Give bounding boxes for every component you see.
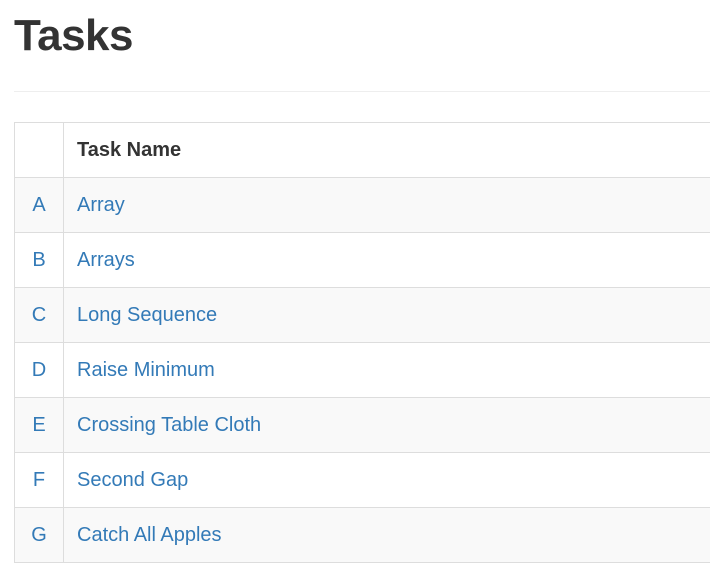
page-title: Tasks xyxy=(14,11,134,60)
task-name-link[interactable]: Catch All Apples xyxy=(77,524,222,546)
task-letter-cell: E xyxy=(14,397,64,453)
task-name-cell: Catch All Apples xyxy=(63,507,710,563)
task-name-link[interactable]: Second Gap xyxy=(77,469,188,491)
tasks-table: Task Name A Array B Arrays C Long Sequen… xyxy=(14,122,710,563)
table-row: B Arrays xyxy=(14,232,710,288)
task-letter-link[interactable]: F xyxy=(33,469,45,491)
task-name-link[interactable]: Long Sequence xyxy=(77,304,217,326)
task-letter-cell: G xyxy=(14,507,64,563)
task-letter-cell: B xyxy=(14,232,64,288)
letter-column-header xyxy=(14,122,64,178)
table-header-row: Task Name xyxy=(14,122,710,178)
task-name-cell: Arrays xyxy=(63,232,710,288)
task-letter-cell: D xyxy=(14,342,64,398)
task-name-cell: Long Sequence xyxy=(63,287,710,343)
task-name-cell: Array xyxy=(63,177,710,233)
title-divider xyxy=(14,91,710,92)
table-row: F Second Gap xyxy=(14,452,710,508)
task-letter-link[interactable]: C xyxy=(32,304,46,326)
table-row: G Catch All Apples xyxy=(14,507,710,563)
task-letter-link[interactable]: E xyxy=(32,414,45,436)
task-letter-link[interactable]: D xyxy=(32,359,46,381)
task-name-cell: Crossing Table Cloth xyxy=(63,397,710,453)
task-name-cell: Second Gap xyxy=(63,452,710,508)
task-letter-cell: F xyxy=(14,452,64,508)
table-row: A Array xyxy=(14,177,710,233)
task-name-link[interactable]: Arrays xyxy=(77,249,135,271)
task-name-link[interactable]: Crossing Table Cloth xyxy=(77,414,261,436)
task-name-link[interactable]: Raise Minimum xyxy=(77,359,215,381)
task-letter-link[interactable]: A xyxy=(32,194,45,216)
task-letter-link[interactable]: B xyxy=(32,249,45,271)
task-name-link[interactable]: Array xyxy=(77,194,125,216)
task-letter-cell: C xyxy=(14,287,64,343)
task-letter-link[interactable]: G xyxy=(31,524,47,546)
task-name-column-header: Task Name xyxy=(63,122,710,178)
task-letter-cell: A xyxy=(14,177,64,233)
table-row: D Raise Minimum xyxy=(14,342,710,398)
task-name-cell: Raise Minimum xyxy=(63,342,710,398)
table-row: E Crossing Table Cloth xyxy=(14,397,710,453)
table-row: C Long Sequence xyxy=(14,287,710,343)
